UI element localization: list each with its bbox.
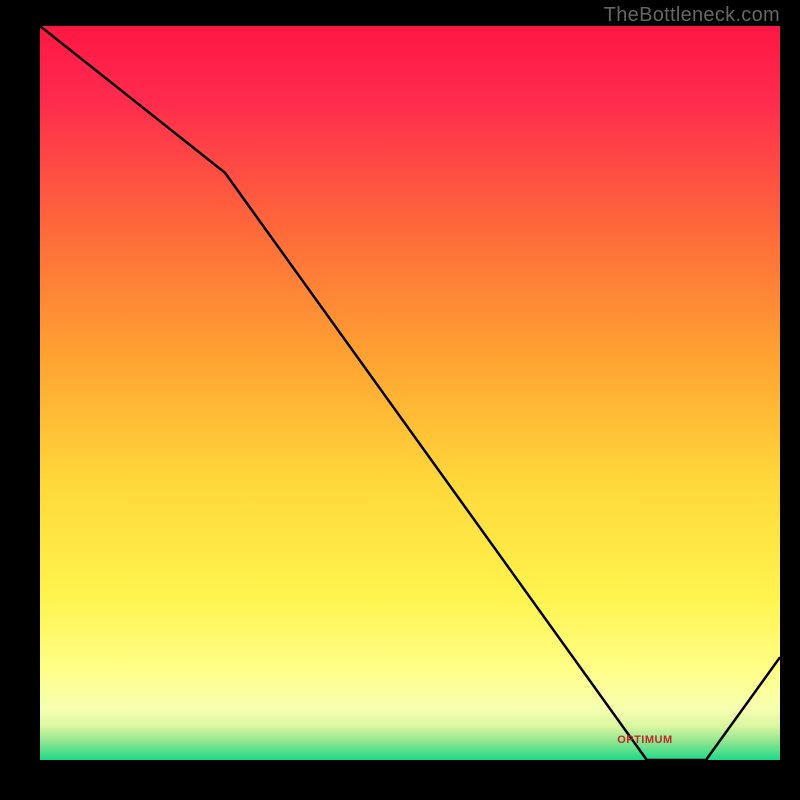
plot-frame: OPTIMUM — [20, 26, 780, 780]
plot-area: OPTIMUM — [40, 26, 780, 760]
watermark-text: TheBottleneck.com — [604, 4, 780, 27]
chart-line — [40, 26, 780, 760]
chart-line-layer — [40, 26, 780, 760]
optimum-annotation: OPTIMUM — [617, 734, 672, 746]
